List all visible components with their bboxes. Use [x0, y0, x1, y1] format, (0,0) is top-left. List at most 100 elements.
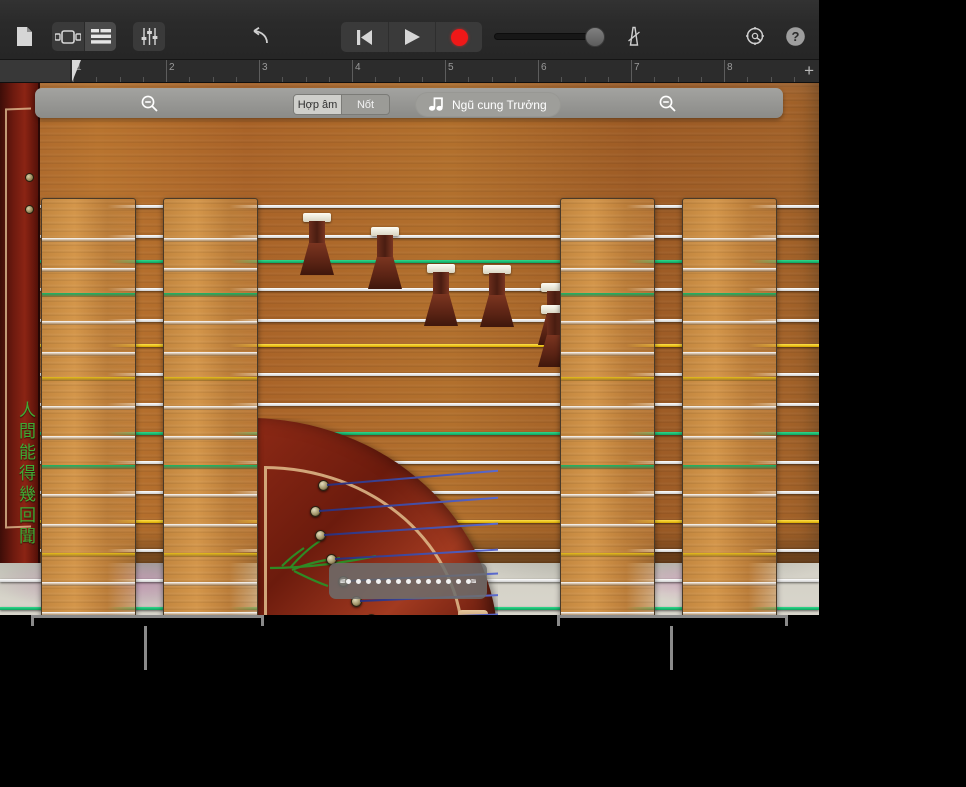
touch-string[interactable] [683, 377, 776, 381]
touch-string[interactable] [561, 465, 654, 469]
touch-string[interactable] [561, 524, 654, 528]
faders-icon[interactable] [133, 22, 165, 51]
dots-track[interactable] [345, 578, 471, 584]
touch-string[interactable] [561, 268, 654, 272]
timeline-ruler[interactable]: 12345678 + [0, 60, 819, 83]
scroll-dot[interactable] [375, 578, 381, 584]
wave-right-icon[interactable] [470, 574, 477, 589]
scale-selector-button[interactable]: Ngũ cung Trưởng [415, 92, 561, 117]
movable-bridge[interactable] [368, 227, 402, 289]
touch-string[interactable] [683, 268, 776, 272]
touch-string[interactable] [164, 436, 257, 440]
string-zone-4[interactable] [682, 198, 777, 615]
touch-string[interactable] [164, 524, 257, 528]
touch-string[interactable] [164, 582, 257, 586]
touch-string[interactable] [164, 494, 257, 498]
touch-string[interactable] [164, 321, 257, 325]
touch-string[interactable] [561, 293, 654, 297]
scroll-dot[interactable] [405, 578, 411, 584]
touch-string[interactable] [683, 553, 776, 557]
view-tracks-icon[interactable] [52, 22, 84, 51]
touch-string[interactable] [683, 406, 776, 410]
scroll-dot[interactable] [395, 578, 401, 584]
touch-string[interactable] [561, 436, 654, 440]
string-scroll-indicator[interactable] [329, 563, 487, 599]
touch-string[interactable] [42, 238, 135, 242]
touch-string[interactable] [561, 494, 654, 498]
touch-string[interactable] [42, 465, 135, 469]
touch-string[interactable] [164, 465, 257, 469]
touch-string[interactable] [164, 406, 257, 410]
string-zone-3[interactable] [560, 198, 655, 615]
touch-string[interactable] [683, 293, 776, 297]
master-volume-knob[interactable] [585, 27, 605, 47]
zoom-out-right-icon[interactable] [659, 95, 677, 113]
tab-chords[interactable]: Hợp âm [294, 95, 341, 114]
movable-bridge[interactable] [480, 265, 514, 327]
touch-string[interactable] [42, 553, 135, 557]
view-toggle-group[interactable] [52, 22, 116, 51]
string-zone-2[interactable] [163, 198, 258, 615]
scroll-dot[interactable] [345, 578, 351, 584]
settings-gear-icon[interactable] [741, 22, 769, 50]
touch-string[interactable] [683, 321, 776, 325]
touch-string[interactable] [561, 553, 654, 557]
playhead[interactable] [72, 60, 81, 82]
metronome-icon[interactable] [620, 22, 648, 50]
touch-string[interactable] [42, 352, 135, 356]
touch-string[interactable] [683, 524, 776, 528]
touch-string[interactable] [164, 238, 257, 242]
play-button[interactable] [388, 22, 435, 52]
touch-string[interactable] [164, 293, 257, 297]
scroll-dot[interactable] [445, 578, 451, 584]
rewind-button[interactable] [341, 22, 388, 52]
touch-string[interactable] [42, 406, 135, 410]
touch-string[interactable] [561, 377, 654, 381]
chord-note-tab-group[interactable]: Hợp âm Nốt [293, 94, 390, 115]
undo-icon[interactable] [247, 22, 275, 50]
touch-string[interactable] [683, 465, 776, 469]
touch-string[interactable] [561, 352, 654, 356]
view-list-icon[interactable] [84, 22, 116, 51]
touch-string[interactable] [164, 377, 257, 381]
ruler-tick [189, 77, 191, 82]
movable-bridge[interactable] [424, 264, 458, 326]
record-button[interactable] [435, 22, 482, 52]
string-zone-1[interactable] [41, 198, 136, 615]
zoom-out-left-icon[interactable] [141, 95, 159, 113]
touch-string[interactable] [42, 582, 135, 586]
touch-string[interactable] [683, 238, 776, 242]
touch-string[interactable] [164, 352, 257, 356]
scroll-dot[interactable] [365, 578, 371, 584]
scroll-dot[interactable] [385, 578, 391, 584]
touch-string[interactable] [42, 321, 135, 325]
touch-string[interactable] [42, 524, 135, 528]
touch-string[interactable] [561, 238, 654, 242]
scroll-dot[interactable] [425, 578, 431, 584]
touch-string[interactable] [42, 293, 135, 297]
touch-string[interactable] [42, 436, 135, 440]
document-icon[interactable] [10, 22, 38, 50]
touch-string[interactable] [561, 406, 654, 410]
help-icon[interactable]: ? [781, 22, 809, 50]
touch-string[interactable] [164, 553, 257, 557]
touch-string[interactable] [42, 268, 135, 272]
touch-string[interactable] [42, 494, 135, 498]
touch-string[interactable] [561, 582, 654, 586]
scroll-dot[interactable] [355, 578, 361, 584]
touch-string[interactable] [683, 582, 776, 586]
master-volume-slider[interactable] [494, 27, 605, 47]
tab-notes[interactable]: Nốt [341, 95, 389, 114]
mixer-button[interactable] [133, 22, 165, 51]
touch-string[interactable] [561, 321, 654, 325]
touch-string[interactable] [164, 268, 257, 272]
scroll-dot[interactable] [435, 578, 441, 584]
scroll-dot[interactable] [415, 578, 421, 584]
touch-string[interactable] [42, 377, 135, 381]
movable-bridge[interactable] [300, 213, 334, 275]
touch-string[interactable] [683, 352, 776, 356]
add-track-button[interactable]: + [804, 62, 814, 79]
touch-string[interactable] [683, 494, 776, 498]
touch-string[interactable] [683, 436, 776, 440]
scroll-dot[interactable] [455, 578, 461, 584]
